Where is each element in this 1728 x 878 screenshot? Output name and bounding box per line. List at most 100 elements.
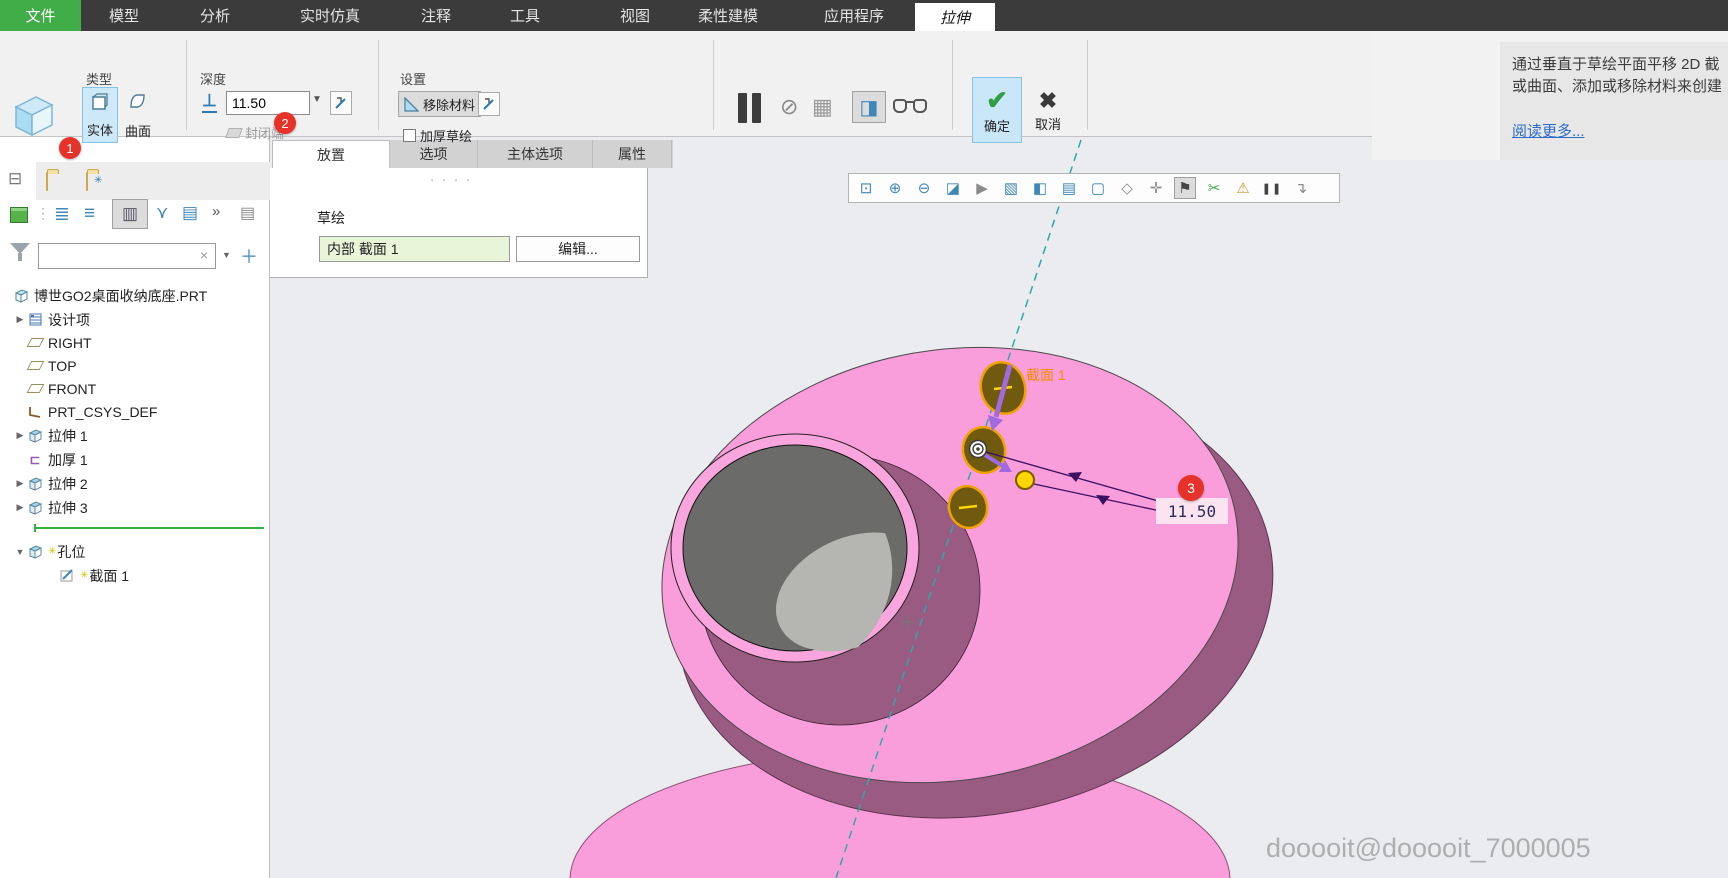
- tree-item-extrude-2[interactable]: ▶ 拉伸 2: [0, 472, 268, 495]
- warning-icon[interactable]: ⚠: [1232, 177, 1254, 199]
- tree-item-design-items[interactable]: ▶ 设计项: [0, 308, 268, 331]
- depth-dropdown-arrow-icon[interactable]: ▼: [312, 94, 322, 105]
- tree-item-extrude-3[interactable]: ▶ 拉伸 3: [0, 496, 268, 519]
- tree-report-icon[interactable]: ▤: [182, 203, 198, 223]
- toolbar-overflow-chevron[interactable]: »: [212, 203, 220, 220]
- thicken-sketch-checkbox[interactable]: [403, 129, 416, 142]
- model-tree-tab-icon[interactable]: ⊟: [8, 169, 22, 189]
- tab-placement[interactable]: 放置: [272, 140, 390, 168]
- verify-feature-icon[interactable]: ▦: [812, 94, 833, 120]
- previous-view-icon[interactable]: ▶: [971, 177, 993, 199]
- depth-flip-direction-button[interactable]: [330, 91, 352, 115]
- tree-item-csys[interactable]: PRT_CSYS_DEF: [0, 400, 268, 423]
- tab-body-options[interactable]: 主体选项: [478, 140, 593, 168]
- annotation-display-icon[interactable]: ⚑: [1174, 177, 1196, 199]
- depth-value-input[interactable]: [226, 91, 310, 115]
- tree-item-part-root[interactable]: 博世GO2桌面收纳底座.PRT: [0, 284, 268, 307]
- remove-material-button[interactable]: 移除材料: [398, 91, 481, 117]
- tree-filter-icon[interactable]: ⋎: [156, 203, 168, 223]
- material-side-flip-button[interactable]: [478, 92, 500, 116]
- tree-insert-locator[interactable]: [36, 527, 264, 529]
- expand-arrow-icon[interactable]: ▶: [14, 430, 26, 441]
- menu-flexible-modeling[interactable]: 柔性建模: [688, 0, 768, 31]
- depth-dimension-value[interactable]: 11.50: [1156, 498, 1228, 524]
- depth-type-icon[interactable]: ⊥: [202, 91, 217, 113]
- in-progress-star-icon: ✳: [80, 570, 88, 581]
- thicken-sketch-option[interactable]: 加厚草绘: [398, 124, 477, 147]
- collapse-arrow-icon[interactable]: ▼: [14, 547, 26, 557]
- no-preview-icon[interactable]: ⊘: [780, 94, 798, 120]
- display-shaded-edges-icon[interactable]: ▧: [1000, 177, 1022, 199]
- feature-preview-icon[interactable]: ◨: [852, 91, 886, 123]
- remove-material-label: 移除材料: [423, 95, 475, 114]
- datum-plane-icon: [26, 384, 44, 393]
- surface-type-button[interactable]: 曲面: [120, 87, 156, 143]
- thicken-icon: ⊏: [26, 452, 44, 468]
- graphics-area[interactable]: 放置 选项 主体选项 属性 草绘 内部 截面 1 编辑... ⊡ ⊕ ⊖ ◪ ▶…: [270, 137, 1728, 878]
- cancel-button[interactable]: ✖ 取消: [1025, 77, 1071, 143]
- datum-display-icon[interactable]: ✛: [1145, 177, 1167, 199]
- glasses-preview-icon[interactable]: [893, 99, 927, 114]
- menu-model[interactable]: 模型: [94, 0, 154, 31]
- tree-search-input[interactable]: [38, 243, 216, 269]
- panel-drag-handle[interactable]: [430, 171, 472, 189]
- depth-drag-handle[interactable]: [1016, 471, 1034, 489]
- read-more-link[interactable]: 阅读更多...: [1512, 120, 1585, 141]
- sketch-reference-dot: [976, 447, 980, 451]
- tree-item-right-plane[interactable]: RIGHT: [0, 331, 268, 354]
- tree-list-view-icon[interactable]: ≣: [54, 203, 70, 226]
- exit-icon[interactable]: ↴: [1290, 177, 1312, 199]
- menu-live-simulation[interactable]: 实时仿真: [285, 0, 375, 31]
- plane-display-icon[interactable]: ◇: [1116, 177, 1138, 199]
- display-transparent-icon[interactable]: ▢: [1087, 177, 1109, 199]
- tab-extrude-active[interactable]: 拉伸: [915, 3, 995, 31]
- trim-icon[interactable]: ✂: [1203, 177, 1225, 199]
- solid-type-button[interactable]: 实体: [82, 87, 118, 143]
- expand-arrow-icon[interactable]: ▶: [14, 478, 26, 489]
- menu-file[interactable]: 文件: [0, 0, 81, 31]
- show-part-icon[interactable]: [10, 207, 28, 223]
- tree-detail-view-icon[interactable]: ≡: [84, 203, 95, 225]
- menu-annotate[interactable]: 注释: [406, 0, 466, 31]
- sketch-edit-button[interactable]: 编辑...: [516, 236, 640, 262]
- cancel-label: 取消: [1035, 114, 1061, 133]
- design-items-icon: [26, 313, 44, 326]
- ok-label: 确定: [984, 116, 1010, 135]
- tab-properties[interactable]: 属性: [593, 140, 672, 168]
- zoom-in-icon[interactable]: ⊕: [884, 177, 906, 199]
- menu-tools[interactable]: 工具: [495, 0, 555, 31]
- search-clear-icon[interactable]: ×: [200, 247, 208, 263]
- expand-arrow-icon[interactable]: ▶: [14, 502, 26, 513]
- watermark-text: dooooit@dooooit_7000005: [1266, 833, 1591, 864]
- tree-item-top-plane[interactable]: TOP: [0, 354, 268, 377]
- display-shaded-icon[interactable]: ◧: [1029, 177, 1051, 199]
- sketch-icon: [58, 569, 76, 582]
- document-icon[interactable]: ▤: [240, 203, 255, 223]
- tree-label: 拉伸 2: [48, 474, 88, 494]
- tree-item-section-1[interactable]: ✳ 截面 1: [0, 564, 268, 587]
- tree-label: FRONT: [48, 381, 96, 397]
- search-add-icon[interactable]: ＋: [240, 243, 258, 269]
- tree-item-front-plane[interactable]: FRONT: [0, 377, 268, 400]
- folder-browser-icon[interactable]: [46, 172, 48, 191]
- search-dropdown-arrow-icon[interactable]: ▼: [222, 250, 231, 260]
- menu-analysis[interactable]: 分析: [185, 0, 245, 31]
- tree-item-hole-feature[interactable]: ▼ ✳ 孔位: [0, 540, 268, 563]
- tree-item-extrude-1[interactable]: ▶ 拉伸 1: [0, 424, 268, 447]
- expand-arrow-icon[interactable]: ▶: [14, 314, 26, 325]
- pause-icon[interactable]: [738, 93, 761, 123]
- depth-group-label: 深度: [200, 69, 226, 88]
- section-tag-label[interactable]: 截面 1: [1026, 365, 1066, 385]
- favorites-folder-icon[interactable]: ✳: [86, 172, 88, 191]
- menu-applications[interactable]: 应用程序: [814, 0, 894, 31]
- zoom-window-icon[interactable]: ⊡: [855, 177, 877, 199]
- pause-icon[interactable]: ❚❚: [1261, 177, 1283, 199]
- tree-item-thicken-1[interactable]: ⊏ 加厚 1: [0, 448, 268, 471]
- tree-columns-icon-selected[interactable]: ▥: [112, 199, 148, 229]
- menu-view[interactable]: 视图: [605, 0, 665, 31]
- ok-button[interactable]: ✔ 确定: [972, 77, 1022, 143]
- zoom-out-icon[interactable]: ⊖: [913, 177, 935, 199]
- display-style-icon[interactable]: ▤: [1058, 177, 1080, 199]
- repaint-icon[interactable]: ◪: [942, 177, 964, 199]
- sketch-collector-field[interactable]: 内部 截面 1: [319, 236, 510, 262]
